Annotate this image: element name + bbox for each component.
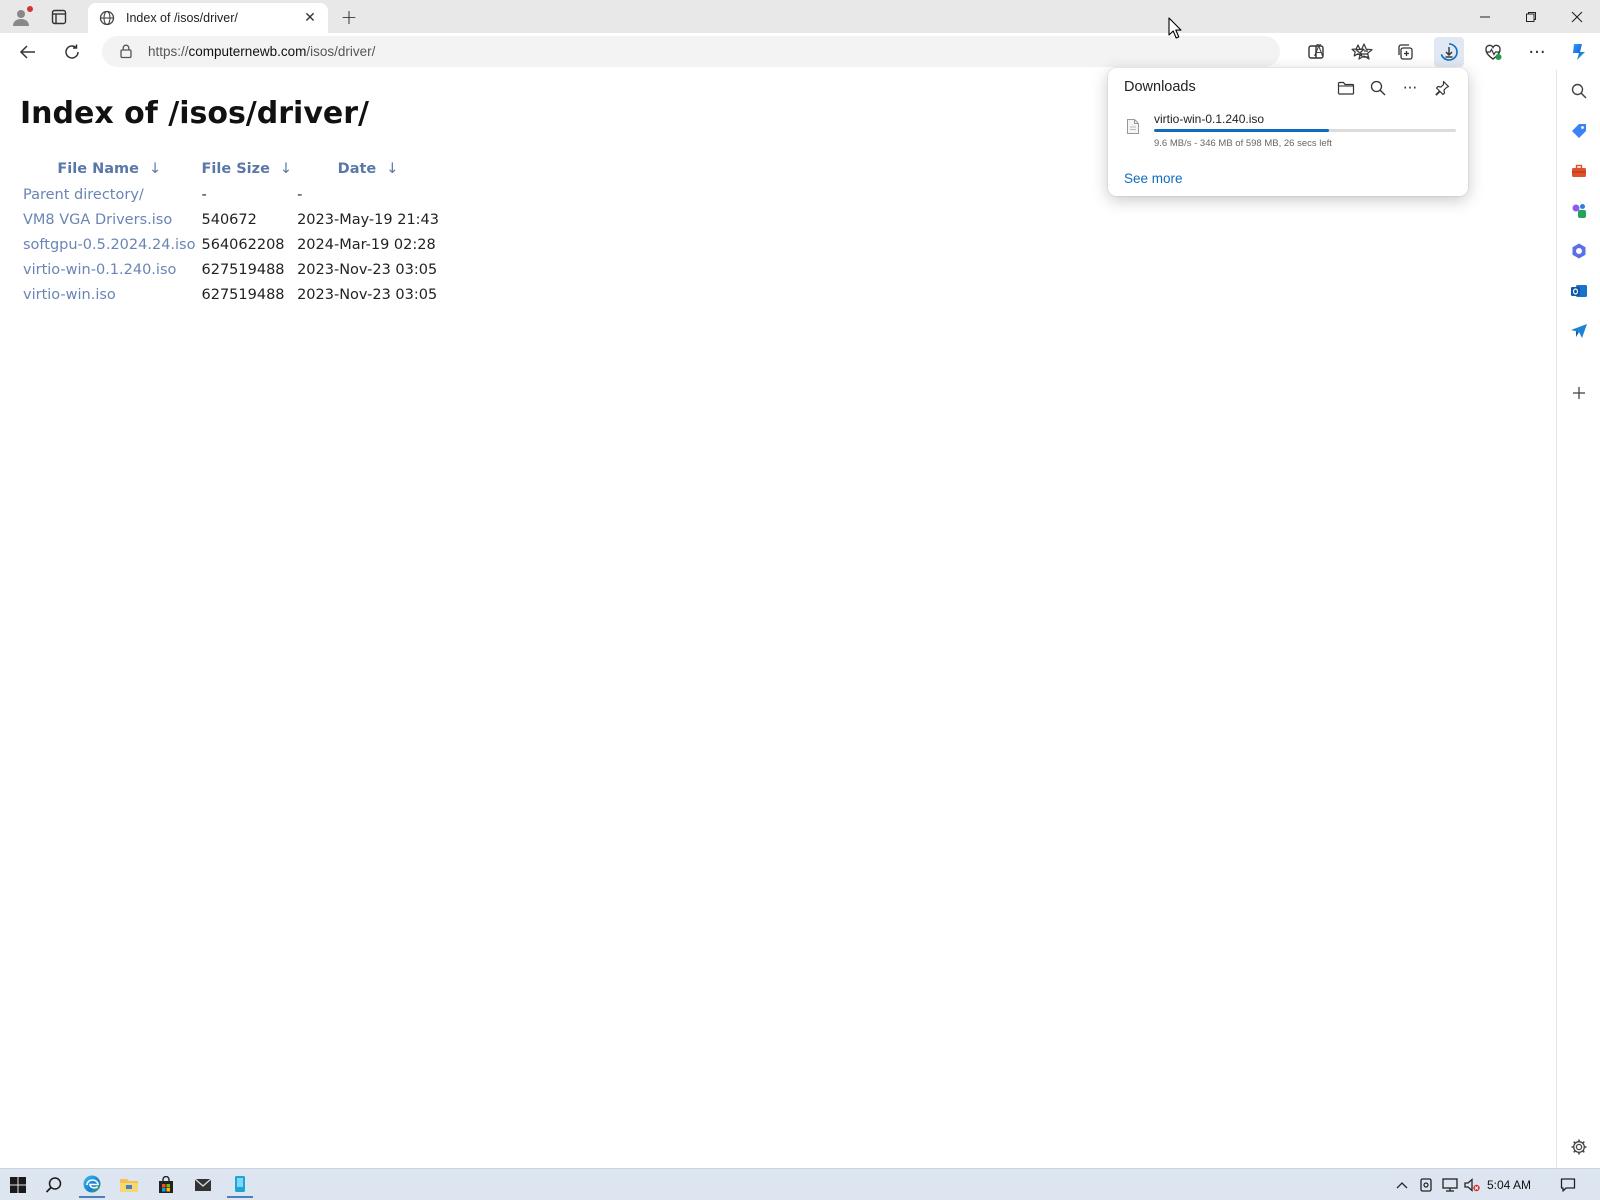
globe-icon: [98, 9, 116, 27]
device-icon[interactable]: [1416, 1175, 1436, 1195]
downloads-flyout: Downloads ··· virtio-win-0.1.240.iso 9.6…: [1108, 68, 1468, 196]
add-icon[interactable]: [1568, 382, 1590, 404]
settings-gear-icon[interactable]: [1568, 1136, 1590, 1158]
file-size: 540672: [201, 211, 257, 228]
browser-essentials-icon[interactable]: [1478, 37, 1508, 67]
split-screen-icon[interactable]: [1301, 37, 1331, 67]
shopping-tag-icon[interactable]: [1568, 120, 1590, 142]
file-size: 564062208: [201, 236, 285, 253]
sort-arrow-icon: ↓: [386, 161, 399, 177]
file-date: -: [297, 186, 303, 203]
column-header-file-name[interactable]: File Name ↓: [20, 156, 199, 182]
file-icon: [1126, 118, 1140, 135]
mouse-cursor-icon: [1168, 17, 1182, 39]
games-icon[interactable]: [1568, 200, 1590, 222]
tab-title: Index of /isos/driver/: [126, 11, 238, 25]
close-window-icon[interactable]: [1554, 0, 1600, 33]
collections-icon[interactable]: [1390, 37, 1420, 67]
download-icon: [1440, 43, 1458, 61]
file-link[interactable]: softgpu-0.5.2024.24.iso: [20, 232, 199, 257]
download-status: 9.6 MB/s - 346 MB of 598 MB, 26 secs lef…: [1154, 138, 1332, 149]
minimize-icon[interactable]: [1462, 0, 1508, 33]
network-icon[interactable]: [1440, 1175, 1460, 1195]
copilot-icon[interactable]: [1564, 37, 1594, 67]
file-link[interactable]: virtio-win.iso: [20, 282, 199, 307]
download-progress-bar: [1154, 129, 1456, 132]
new-tab-icon[interactable]: +: [336, 4, 362, 30]
more-options-icon[interactable]: ···: [1522, 37, 1552, 67]
table-header-row: File Name ↓ File Size ↓ Date ↓: [20, 156, 442, 182]
notification-dot: [27, 6, 33, 12]
file-explorer-icon[interactable]: [116, 1172, 142, 1198]
file-size: 627519488: [201, 261, 285, 278]
title-bar: Index of /isos/driver/ ✕ +: [0, 0, 1600, 33]
table-row: virtio-win-0.1.240.iso 627519488 2023-No…: [20, 257, 442, 282]
url-host: computernewb.com: [188, 44, 307, 59]
tools-icon[interactable]: [1568, 160, 1590, 182]
sort-arrow-icon: ↓: [148, 161, 162, 177]
tab-actions-icon[interactable]: [48, 6, 70, 28]
open-folder-icon[interactable]: [1334, 76, 1358, 100]
column-label: File Name: [57, 161, 139, 177]
browser-toolbar: https://computernewb.com/isos/driver/ Ã…: [0, 33, 1600, 70]
store-icon[interactable]: [153, 1172, 179, 1198]
column-header-file-size[interactable]: File Size ↓: [199, 156, 295, 182]
table-row: Parent directory/ - -: [20, 182, 442, 207]
file-date: 2023-Nov-23 03:05: [297, 286, 438, 303]
mail-icon[interactable]: [190, 1172, 216, 1198]
url-path: /isos/driver/: [306, 44, 376, 59]
search-icon[interactable]: [1568, 80, 1590, 102]
edge-sidebar: [1556, 70, 1600, 1168]
download-item[interactable]: virtio-win-0.1.240.iso 9.6 MB/s - 346 MB…: [1116, 108, 1460, 154]
downloads-title: Downloads: [1124, 79, 1196, 95]
see-more-link[interactable]: See more: [1124, 171, 1183, 186]
send-icon[interactable]: [1568, 320, 1590, 342]
column-header-date[interactable]: Date ↓: [294, 156, 442, 182]
file-link[interactable]: Parent directory/: [20, 182, 199, 207]
sort-arrow-icon: ↓: [279, 161, 293, 177]
favorites-icon[interactable]: [1345, 37, 1375, 67]
file-link[interactable]: VM8 VGA Drivers.iso: [20, 207, 199, 232]
file-link[interactable]: virtio-win-0.1.240.iso: [20, 257, 199, 282]
restore-icon[interactable]: [1508, 0, 1554, 33]
download-progress-fill: [1154, 129, 1330, 132]
chevron-up-icon[interactable]: [1392, 1175, 1412, 1195]
page-title: Index of /isos/driver/: [20, 96, 369, 131]
more-options-icon[interactable]: ···: [1398, 76, 1422, 100]
file-listing-table: File Name ↓ File Size ↓ Date ↓ Parent direc…: [20, 156, 442, 307]
microsoft-365-icon[interactable]: [1568, 240, 1590, 262]
edge-icon[interactable]: [79, 1172, 105, 1198]
table-row: softgpu-0.5.2024.24.iso 564062208 2024-M…: [20, 232, 442, 257]
clock[interactable]: 5:04 AM: [1487, 1178, 1531, 1192]
table-row: virtio-win.iso 627519488 2023-Nov-23 03:…: [20, 282, 442, 307]
start-icon[interactable]: [5, 1172, 31, 1198]
file-size: -: [201, 186, 207, 203]
download-filename[interactable]: virtio-win-0.1.240.iso: [1154, 112, 1264, 126]
file-date: 2023-May-19 21:43: [297, 211, 440, 228]
back-button[interactable]: [13, 37, 43, 67]
search-icon[interactable]: [41, 1172, 67, 1198]
file-date: 2023-Nov-23 03:05: [297, 261, 438, 278]
tab-active[interactable]: Index of /isos/driver/ ✕: [88, 3, 328, 33]
file-size: 627519488: [201, 286, 285, 303]
column-label: File Size: [201, 161, 270, 177]
notifications-icon[interactable]: [1558, 1175, 1578, 1195]
refresh-button[interactable]: [57, 37, 87, 67]
close-tab-icon[interactable]: ✕: [298, 6, 322, 30]
downloads-button[interactable]: [1434, 37, 1464, 67]
app-icon[interactable]: [227, 1172, 253, 1198]
address-bar[interactable]: https://computernewb.com/isos/driver/ Ã: [102, 36, 1373, 67]
pin-icon[interactable]: [1430, 76, 1454, 100]
table-row: VM8 VGA Drivers.iso 540672 2023-May-19 2…: [20, 207, 442, 232]
outlook-icon[interactable]: [1568, 280, 1590, 302]
lock-icon[interactable]: [118, 43, 134, 59]
url-text[interactable]: https://computernewb.com/isos/driver/: [148, 44, 375, 59]
taskbar: 5:04 AM: [0, 1168, 1600, 1200]
url-scheme: https://: [148, 44, 189, 59]
volume-muted-icon[interactable]: [1462, 1175, 1482, 1195]
column-label: Date: [337, 161, 377, 177]
file-date: 2024-Mar-19 02:28: [297, 236, 436, 253]
page-content: Index of /isos/driver/ File Name ↓ File S…: [4, 70, 1552, 1168]
search-downloads-icon[interactable]: [1366, 76, 1390, 100]
